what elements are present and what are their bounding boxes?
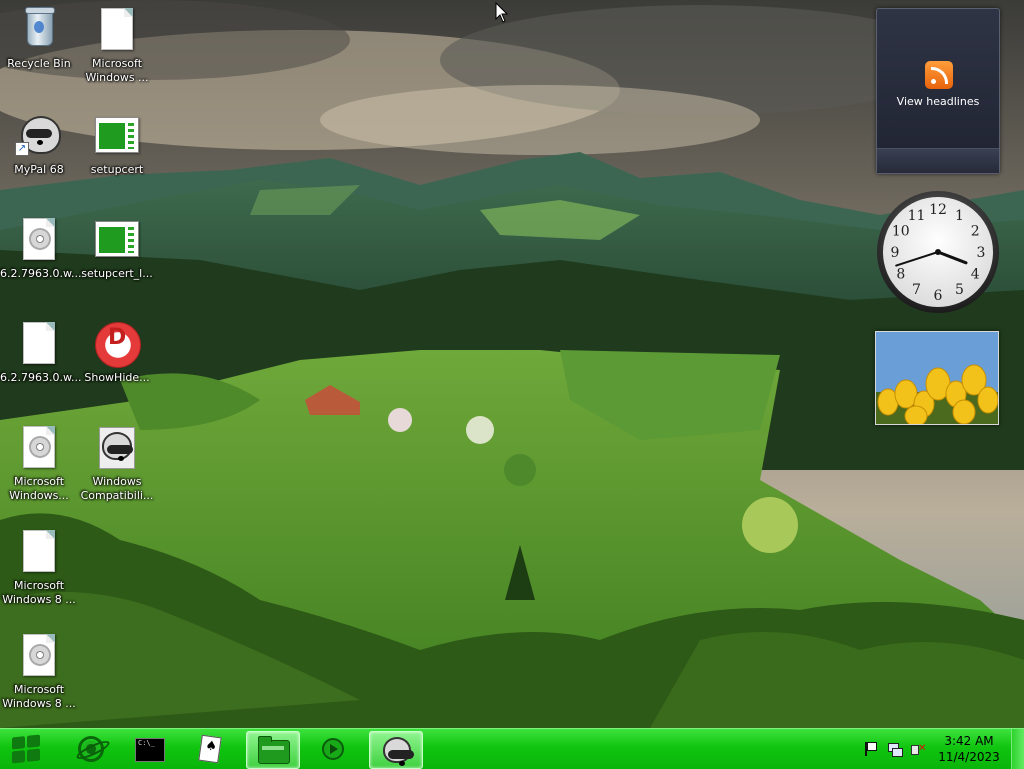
desktop-icon-iso-file-1[interactable]: 6.2.7963.0.w... [0, 216, 81, 281]
clock-numeral: 7 [912, 282, 921, 298]
clock-numeral: 12 [929, 202, 947, 218]
action-center-flag-icon[interactable] [862, 741, 878, 757]
recycle-bin-icon [15, 6, 63, 54]
taskbar-internet-explorer[interactable] [64, 731, 116, 767]
document-icon [15, 528, 63, 576]
internet-explorer-icon [78, 736, 104, 762]
raccoon-icon: ↗ [15, 112, 63, 160]
clock-numeral: 5 [955, 282, 964, 298]
taskbar-file-explorer[interactable] [246, 731, 300, 769]
desktop-icon-setupcert[interactable]: setupcert [78, 112, 156, 177]
volume-muted-icon[interactable] [910, 741, 926, 757]
desktop-icon-microsoft-windows-doc[interactable]: Microsoft Windows ... [78, 6, 156, 85]
desktop-icon-microsoft-windows-iso[interactable]: Microsoft Windows... [0, 424, 78, 503]
command-prompt-icon [135, 738, 165, 762]
rss-icon [925, 61, 953, 89]
shortcut-arrow-icon: ↗ [15, 142, 29, 156]
desktop-icon-mypal[interactable]: ↗ MyPal 68 [0, 112, 78, 177]
clock-numeral: 11 [908, 208, 926, 224]
taskbar-solitaire[interactable] [183, 731, 235, 767]
network-icon[interactable] [886, 741, 903, 757]
taskbar-media-player[interactable] [307, 731, 359, 767]
clock-date: 11/4/2023 [938, 750, 1000, 764]
clock-numeral: 9 [891, 245, 900, 261]
mouse-pointer-icon [495, 2, 509, 23]
disc-image-icon [15, 424, 63, 472]
taskbar-command-prompt[interactable] [123, 731, 175, 767]
solitaire-icon [198, 734, 222, 764]
start-button[interactable] [6, 732, 46, 766]
desktop-icon-showhide[interactable]: D ShowHide... [78, 320, 156, 385]
application-window-icon [93, 216, 141, 264]
windows-logo-icon [12, 734, 40, 764]
desktop-icon-microsoft-windows-8-doc[interactable]: Microsoft Windows 8 ... [0, 528, 78, 607]
mypal-icon [383, 737, 414, 766]
clock-numeral: 2 [971, 224, 980, 240]
document-icon [93, 6, 141, 54]
desktop-icon-recycle-bin[interactable]: Recycle Bin [0, 6, 78, 71]
taskbar: 3:42 AM 11/4/2023 [0, 728, 1024, 769]
clock-gadget[interactable]: 12 1 2 3 4 5 6 7 8 9 10 11 [876, 190, 1000, 314]
desktop-icon-windows-compatibility[interactable]: Windows Compatibili... [78, 424, 156, 503]
slideshow-gadget[interactable] [875, 331, 999, 425]
desktop-icon-microsoft-windows-8-iso[interactable]: Microsoft Windows 8 ... [0, 632, 78, 711]
disc-image-icon [15, 632, 63, 680]
folder-icon [258, 736, 290, 764]
clock-numeral: 1 [955, 208, 964, 224]
document-icon [15, 320, 63, 368]
desktop-icon-doc-file-2[interactable]: 6.2.7963.0.w... [0, 320, 81, 385]
clock-face: 12 12 3 45678 9 1011 [877, 191, 999, 313]
clock-numeral: 3 [977, 245, 986, 261]
feed-headlines-gadget[interactable]: View headlines [876, 8, 1000, 174]
tulip-photo [876, 332, 998, 424]
clock-numeral: 10 [892, 224, 910, 240]
application-window-icon [93, 112, 141, 160]
desktop-icon-setupcert-log[interactable]: setupcert_l... [78, 216, 156, 281]
disc-image-icon [15, 216, 63, 264]
gadget-footer [877, 148, 999, 173]
taskbar-mypal[interactable] [369, 731, 423, 769]
showhide-icon: D [93, 320, 141, 368]
system-tray: 3:42 AM 11/4/2023 [860, 729, 1024, 769]
view-headlines-link[interactable]: View headlines [877, 95, 999, 108]
compatibility-icon [93, 424, 141, 472]
clock-numeral: 6 [934, 288, 943, 304]
clock-numeral: 8 [896, 267, 905, 283]
clock-numeral: 4 [971, 267, 980, 283]
clock-time: 3:42 AM [944, 734, 994, 748]
taskbar-clock[interactable]: 3:42 AM 11/4/2023 [938, 733, 1000, 765]
media-player-icon [322, 738, 344, 760]
show-desktop-button[interactable] [1011, 729, 1024, 769]
